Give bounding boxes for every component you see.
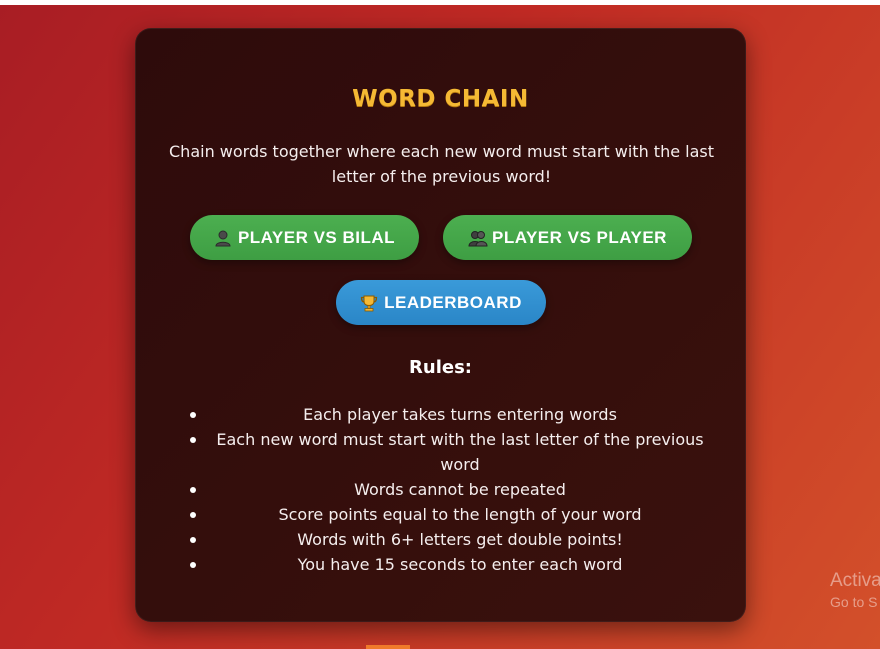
rule-text: Each new word must start with the last l… <box>216 430 704 474</box>
rule-text: Words with 6+ letters get double points! <box>297 530 623 549</box>
bullet-icon <box>190 512 196 518</box>
watermark-line-2: Go to S <box>830 594 878 610</box>
bullet-icon <box>190 562 196 568</box>
rule-text: You have 15 seconds to enter each word <box>297 555 623 574</box>
player-vs-bilal-label: PLAYER VS BILAL <box>237 227 396 247</box>
list-item: You have 15 seconds to enter each word <box>184 552 704 577</box>
bullet-icon <box>190 537 196 543</box>
two-people-icon <box>468 229 488 247</box>
trophy-icon <box>360 294 378 312</box>
rule-text: Each player takes turns entering words <box>303 405 617 424</box>
list-item: Each new word must start with the last l… <box>184 427 704 477</box>
list-item: Each player takes turns entering words <box>184 402 704 427</box>
game-title: WORD CHAIN <box>352 86 529 112</box>
player-vs-player-button[interactable]: PLAYER VS PLAYER <box>443 215 692 260</box>
person-icon <box>214 229 232 247</box>
leaderboard-button[interactable]: LEADERBOARD <box>336 280 546 325</box>
bottom-tab-indicator <box>366 645 410 649</box>
rules-list: Each player takes turns entering words E… <box>184 402 704 577</box>
rule-text: Words cannot be repeated <box>354 480 566 499</box>
bullet-icon <box>190 487 196 493</box>
player-vs-player-label: PLAYER VS PLAYER <box>492 227 667 247</box>
bullet-icon <box>190 412 196 418</box>
list-item: Score points equal to the length of your… <box>184 502 704 527</box>
player-vs-bilal-button[interactable]: PLAYER VS BILAL <box>190 215 419 260</box>
list-item: Words with 6+ letters get double points! <box>184 527 704 552</box>
bullet-icon <box>190 437 196 443</box>
top-strip <box>0 0 880 5</box>
rule-text: Score points equal to the length of your… <box>278 505 642 524</box>
leaderboard-label: LEADERBOARD <box>384 292 522 312</box>
watermark-line-1: Activa <box>830 570 880 591</box>
rules-heading: Rules: <box>409 357 472 378</box>
game-subtitle: Chain words together where each new word… <box>169 142 714 186</box>
game-menu-card: WORD CHAIN Chain words together where ea… <box>135 28 746 622</box>
activation-watermark: Activa Go to S <box>830 570 880 610</box>
list-item: Words cannot be repeated <box>184 477 704 502</box>
